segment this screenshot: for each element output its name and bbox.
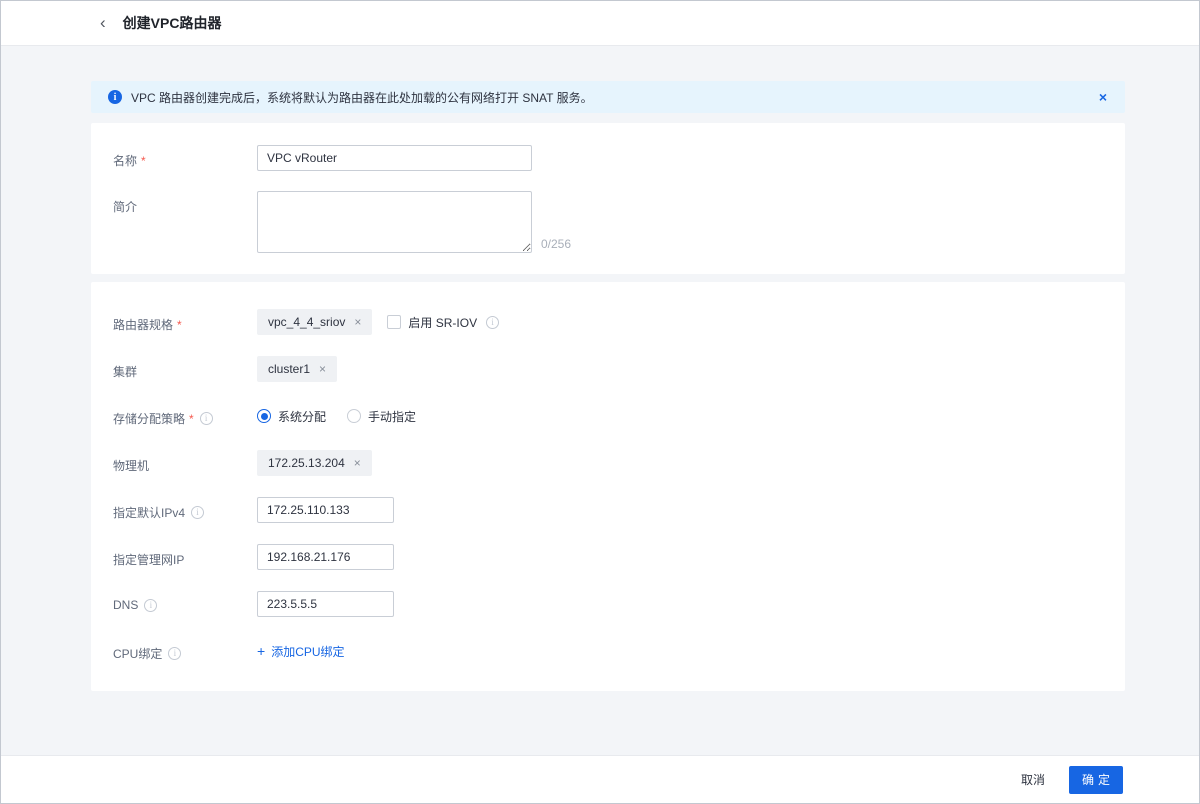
host-label-text: 物理机	[113, 457, 149, 474]
name-row: 名称 *	[113, 145, 1125, 171]
add-cpu-pinning-link-text: 添加CPU绑定	[271, 643, 344, 660]
banner-text: VPC 路由器创建完成后，系统将默认为路由器在此处加载的公有网络打开 SNAT …	[131, 89, 593, 106]
add-cpu-pinning-link[interactable]: + 添加CPU绑定	[257, 638, 345, 664]
cancel-button[interactable]: 取消	[1021, 771, 1045, 788]
dns-row: DNS i	[113, 591, 1125, 617]
storage-policy-info-icon[interactable]: i	[200, 412, 213, 425]
name-label-text: 名称	[113, 152, 137, 169]
host-tag-text: 172.25.13.204	[268, 456, 345, 470]
dns-input[interactable]	[257, 591, 394, 617]
description-row: 简介 0/256	[113, 191, 1125, 253]
sriov-checkbox-label: 启用 SR-IOV	[408, 314, 477, 331]
char-counter: 0/256	[541, 237, 571, 253]
basic-info-card: 名称 * 简介 0/256	[91, 123, 1125, 274]
confirm-button[interactable]: 确定	[1069, 766, 1123, 794]
router-spec-tag: vpc_4_4_sriov ×	[257, 309, 372, 335]
cluster-tag-text: cluster1	[268, 362, 310, 376]
tag-close-icon[interactable]: ×	[319, 363, 326, 375]
description-label-text: 简介	[113, 198, 137, 215]
storage-policy-radio-group: 系统分配 手动指定	[257, 403, 416, 429]
cpu-pinning-info-icon[interactable]: i	[168, 647, 181, 660]
tag-close-icon[interactable]: ×	[354, 316, 361, 328]
default-ipv4-info-icon[interactable]: i	[191, 506, 204, 519]
dns-info-icon[interactable]: i	[144, 599, 157, 612]
cpu-pinning-label: CPU绑定 i	[113, 638, 257, 662]
dns-label: DNS i	[113, 591, 257, 612]
cluster-label: 集群	[113, 356, 257, 380]
router-spec-row: 路由器规格 * vpc_4_4_sriov × 启用 SR-IOV i	[113, 309, 1125, 335]
create-vpc-router-page: ‹ 创建VPC路由器 i VPC 路由器创建完成后，系统将默认为路由器在此处加载…	[0, 0, 1200, 804]
host-tag: 172.25.13.204 ×	[257, 450, 372, 476]
router-config-card: 路由器规格 * vpc_4_4_sriov × 启用 SR-IOV i 集群	[91, 282, 1125, 691]
description-textarea[interactable]	[257, 191, 532, 253]
name-input[interactable]	[257, 145, 532, 171]
sriov-check-group: 启用 SR-IOV i	[387, 309, 499, 335]
storage-policy-row: 存储分配策略 * i 系统分配 手动指定	[113, 403, 1125, 429]
banner-close-icon[interactable]: ×	[1097, 88, 1109, 106]
radio-circle	[347, 409, 361, 423]
cluster-row: 集群 cluster1 ×	[113, 356, 1125, 382]
page-header: ‹ 创建VPC路由器	[1, 1, 1199, 46]
router-spec-label-text: 路由器规格	[113, 316, 173, 333]
radio-label: 系统分配	[278, 408, 326, 425]
host-row: 物理机 172.25.13.204 ×	[113, 450, 1125, 476]
required-asterisk: *	[141, 154, 146, 168]
default-ipv4-label: 指定默认IPv4 i	[113, 497, 257, 521]
radio-manual-specify[interactable]: 手动指定	[347, 408, 416, 425]
tag-close-icon[interactable]: ×	[354, 457, 361, 469]
plus-icon: +	[257, 644, 265, 658]
required-asterisk: *	[189, 412, 194, 426]
mgmt-ip-label-text: 指定管理网IP	[113, 551, 184, 568]
description-label: 简介	[113, 191, 257, 215]
storage-policy-label-text: 存储分配策略	[113, 410, 185, 427]
default-ipv4-row: 指定默认IPv4 i	[113, 497, 1125, 523]
radio-label: 手动指定	[368, 408, 416, 425]
router-spec-label: 路由器规格 *	[113, 309, 257, 333]
snat-info-banner: i VPC 路由器创建完成后，系统将默认为路由器在此处加载的公有网络打开 SNA…	[91, 81, 1125, 113]
storage-policy-label: 存储分配策略 * i	[113, 403, 257, 427]
name-label: 名称 *	[113, 145, 257, 169]
description-field-wrap: 0/256	[257, 191, 571, 253]
host-label: 物理机	[113, 450, 257, 474]
cpu-pinning-row: CPU绑定 i + 添加CPU绑定	[113, 638, 1125, 664]
info-icon: i	[108, 90, 122, 104]
router-spec-tag-text: vpc_4_4_sriov	[268, 315, 345, 329]
sriov-info-icon[interactable]: i	[486, 316, 499, 329]
sriov-checkbox[interactable]	[387, 315, 401, 329]
footer-action-bar: 取消 确定	[1, 755, 1199, 803]
page-content: i VPC 路由器创建完成后，系统将默认为路由器在此处加载的公有网络打开 SNA…	[1, 46, 1199, 755]
mgmt-ip-label: 指定管理网IP	[113, 544, 257, 568]
default-ipv4-label-text: 指定默认IPv4	[113, 504, 185, 521]
radio-circle	[257, 409, 271, 423]
cluster-label-text: 集群	[113, 363, 137, 380]
required-asterisk: *	[177, 318, 182, 332]
cpu-pinning-label-text: CPU绑定	[113, 645, 162, 662]
back-icon[interactable]: ‹	[100, 14, 106, 31]
mgmt-ip-input[interactable]	[257, 544, 394, 570]
radio-system-allocate[interactable]: 系统分配	[257, 408, 326, 425]
cluster-tag: cluster1 ×	[257, 356, 337, 382]
default-ipv4-input[interactable]	[257, 497, 394, 523]
mgmt-ip-row: 指定管理网IP	[113, 544, 1125, 570]
page-title: 创建VPC路由器	[123, 13, 222, 33]
dns-label-text: DNS	[113, 598, 138, 612]
